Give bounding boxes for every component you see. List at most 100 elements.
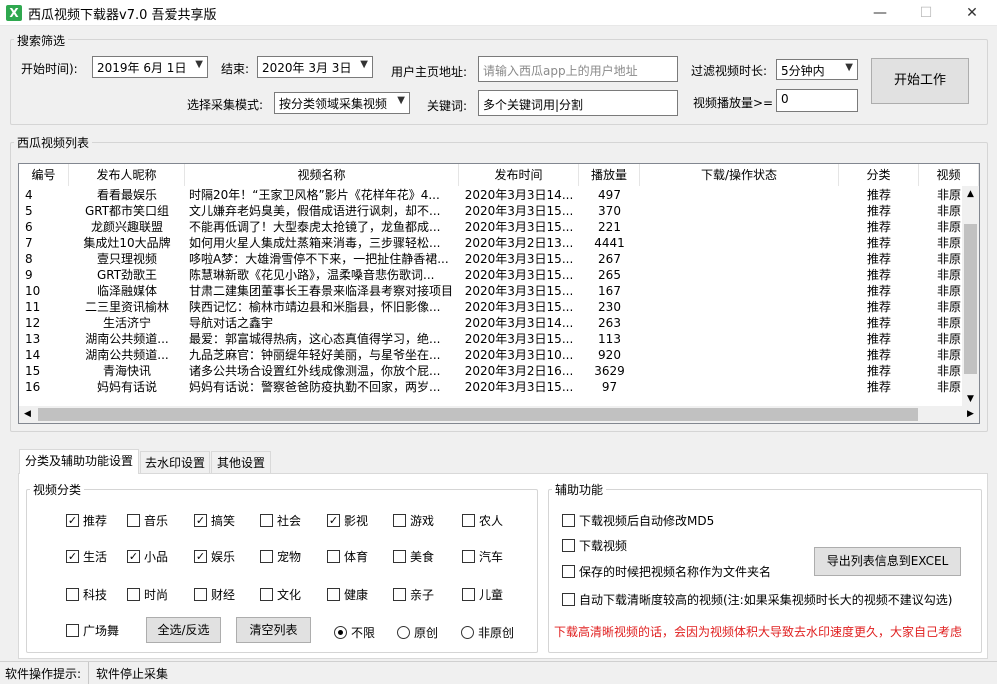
checkbox[interactable] bbox=[66, 588, 79, 601]
table-row[interactable]: 6 龙颜兴趣联盟 不能再低调了！大型泰虎太抢镜了，龙鱼都成... 2020年3月3日1… bbox=[19, 219, 964, 235]
category-4[interactable]: ✓ 影视 bbox=[327, 512, 368, 529]
keyword-input[interactable]: 多个关键词用|分割 bbox=[478, 90, 678, 116]
column-header-id[interactable]: 编号 bbox=[19, 164, 69, 186]
column-header-plays[interactable]: 播放量 bbox=[579, 164, 640, 186]
checkbox[interactable] bbox=[327, 588, 340, 601]
duration-select[interactable]: 5分钟内 ▼ bbox=[776, 59, 858, 80]
radio-indicator[interactable] bbox=[334, 626, 347, 639]
table-row[interactable]: 13 湖南公共频道... 最爱：郭富城得热病，这心态真值得学习，绝... 2020年3… bbox=[19, 331, 964, 347]
category-6[interactable]: 农人 bbox=[462, 512, 503, 529]
table-row[interactable]: 5 GRT都市笑口组 文儿嫌弃老妈臭美，假借成语进行讽刺，却不... 2020年3月3… bbox=[19, 203, 964, 219]
option-folder-name[interactable]: 保存的时候把视频名称作为文件夹名 bbox=[562, 563, 771, 580]
category-7[interactable]: ✓ 生活 bbox=[66, 548, 107, 565]
table-row[interactable]: 10 临泽融媒体 甘肃二建集团董事长王春景来临泽县考察对接项目 2020年3月3日15… bbox=[19, 283, 964, 299]
column-header-video-type[interactable]: 视频 bbox=[919, 164, 979, 186]
select-all-button[interactable]: 全选/反选 bbox=[146, 617, 221, 643]
table-row[interactable]: 4 看看最娱乐 时隔20年！“王家卫风格”影片《花样年花》4... 2020年3月3日… bbox=[19, 187, 964, 203]
checkbox[interactable]: ✓ bbox=[327, 514, 340, 527]
checkbox[interactable] bbox=[260, 514, 273, 527]
option-download-video[interactable]: 下载视频 bbox=[562, 537, 627, 554]
tab-category-settings[interactable]: 分类及辅助功能设置 bbox=[19, 449, 139, 474]
scroll-thumb[interactable] bbox=[964, 224, 977, 374]
scroll-left-icon[interactable]: ◀ bbox=[19, 406, 36, 423]
category-5[interactable]: 游戏 bbox=[393, 512, 434, 529]
category-1[interactable]: 音乐 bbox=[127, 512, 168, 529]
checkbox[interactable] bbox=[66, 624, 79, 637]
radio-indicator[interactable] bbox=[397, 626, 410, 639]
checkbox[interactable]: ✓ bbox=[194, 550, 207, 563]
table-row[interactable]: 11 二三里资讯榆林 陕西记忆：榆林市靖边县和米脂县，怀旧影像... 2020年3月3… bbox=[19, 299, 964, 315]
video-table[interactable]: 编号 发布人昵称 视频名称 发布时间 播放量 下载/操作状态 分类 视频 4 看看… bbox=[18, 163, 980, 424]
category-14[interactable]: 科技 bbox=[66, 586, 107, 603]
maximize-button[interactable]: ☐ bbox=[903, 0, 949, 26]
category-20[interactable]: 儿童 bbox=[462, 586, 503, 603]
category-13[interactable]: 汽车 bbox=[462, 548, 503, 565]
checkbox[interactable]: ✓ bbox=[127, 550, 140, 563]
homepage-input[interactable]: 请输入西瓜app上的用户地址 bbox=[478, 56, 678, 82]
category-9[interactable]: ✓ 娱乐 bbox=[194, 548, 235, 565]
category-21[interactable]: 广场舞 bbox=[66, 622, 119, 639]
table-row[interactable]: 7 集成灶10大品牌 如何用火星人集成灶蒸箱来消毒，三步骤轻松... 2020年3月2… bbox=[19, 235, 964, 251]
checkbox[interactable]: ✓ bbox=[194, 514, 207, 527]
category-8[interactable]: ✓ 小品 bbox=[127, 548, 168, 565]
start-work-button[interactable]: 开始工作 bbox=[871, 58, 969, 104]
table-vertical-scrollbar[interactable]: ▲ ▼ bbox=[962, 186, 979, 408]
table-horizontal-scrollbar[interactable]: ◀ ▶ bbox=[19, 406, 979, 423]
column-header-category[interactable]: 分类 bbox=[839, 164, 919, 186]
start-date-picker[interactable]: 2019年 6月 1日 ▼ bbox=[92, 56, 208, 78]
checkbox[interactable] bbox=[562, 539, 575, 552]
checkbox[interactable] bbox=[260, 550, 273, 563]
end-date-picker[interactable]: 2020年 3月 3日 ▼ bbox=[257, 56, 373, 78]
mode-select[interactable]: 按分类领域采集视频 ▼ bbox=[274, 92, 410, 114]
minimize-button[interactable]: — bbox=[857, 0, 903, 26]
category-16[interactable]: 财经 bbox=[194, 586, 235, 603]
checkbox[interactable]: ✓ bbox=[66, 550, 79, 563]
checkbox[interactable] bbox=[327, 550, 340, 563]
checkbox[interactable] bbox=[393, 514, 406, 527]
category-11[interactable]: 体育 bbox=[327, 548, 368, 565]
radio-indicator[interactable] bbox=[461, 626, 474, 639]
table-row[interactable]: 9 GRT劲歌王 陈慧琳新歌《花见小路》，温柔嗓音悲伤歌词... 2020年3月3日1… bbox=[19, 267, 964, 283]
column-header-publish-time[interactable]: 发布时间 bbox=[459, 164, 579, 186]
checkbox[interactable] bbox=[462, 514, 475, 527]
tab-watermark-settings[interactable]: 去水印设置 bbox=[140, 451, 210, 473]
checkbox[interactable] bbox=[562, 593, 575, 606]
scroll-right-icon[interactable]: ▶ bbox=[962, 406, 979, 423]
radio-non-original[interactable]: 非原创 bbox=[461, 624, 514, 641]
radio-original[interactable]: 原创 bbox=[397, 624, 438, 641]
checkbox[interactable] bbox=[462, 550, 475, 563]
checkbox[interactable] bbox=[562, 565, 575, 578]
category-10[interactable]: 宠物 bbox=[260, 548, 301, 565]
scroll-up-icon[interactable]: ▲ bbox=[962, 186, 979, 203]
checkbox[interactable] bbox=[127, 514, 140, 527]
category-12[interactable]: 美食 bbox=[393, 548, 434, 565]
checkbox[interactable] bbox=[127, 588, 140, 601]
radio-any[interactable]: 不限 bbox=[334, 624, 375, 641]
category-15[interactable]: 时尚 bbox=[127, 586, 168, 603]
tab-other-settings[interactable]: 其他设置 bbox=[211, 451, 271, 473]
scroll-thumb[interactable] bbox=[38, 408, 918, 421]
plays-input[interactable]: 0 bbox=[776, 89, 858, 112]
column-header-title[interactable]: 视频名称 bbox=[185, 164, 459, 186]
table-row[interactable]: 16 妈妈有话说 妈妈有话说：警察爸爸防疫执勤不回家，两岁... 2020年3月3日1… bbox=[19, 379, 964, 395]
option-modify-md5[interactable]: 下载视频后自动修改MD5 bbox=[562, 512, 714, 529]
column-header-status[interactable]: 下载/操作状态 bbox=[640, 164, 839, 186]
table-row[interactable]: 15 青海快讯 诸多公共场合设置红外线成像测温，你放个屁... 2020年3月2日16… bbox=[19, 363, 964, 379]
category-2[interactable]: ✓ 搞笑 bbox=[194, 512, 235, 529]
checkbox[interactable] bbox=[562, 514, 575, 527]
table-row[interactable]: 8 壹只理视频 哆啦A梦：大雄滑雪停不下来，一把扯住静香裙... 2020年3月3日1… bbox=[19, 251, 964, 267]
category-19[interactable]: 亲子 bbox=[393, 586, 434, 603]
column-header-author[interactable]: 发布人昵称 bbox=[69, 164, 185, 186]
table-row[interactable]: 14 湖南公共频道... 九品芝麻官：钟丽缇年轻好美丽，与星爷坐在... 2020年3… bbox=[19, 347, 964, 363]
table-row[interactable]: 12 生活济宁 导航对话之鑫宇 2020年3月3日14... 263 推荐 非原 bbox=[19, 315, 964, 331]
checkbox[interactable] bbox=[260, 588, 273, 601]
category-0[interactable]: ✓ 推荐 bbox=[66, 512, 107, 529]
checkbox[interactable] bbox=[462, 588, 475, 601]
category-18[interactable]: 健康 bbox=[327, 586, 368, 603]
category-3[interactable]: 社会 bbox=[260, 512, 301, 529]
category-17[interactable]: 文化 bbox=[260, 586, 301, 603]
checkbox[interactable] bbox=[194, 588, 207, 601]
clear-list-button[interactable]: 清空列表 bbox=[236, 617, 311, 643]
checkbox[interactable] bbox=[393, 550, 406, 563]
checkbox[interactable]: ✓ bbox=[66, 514, 79, 527]
